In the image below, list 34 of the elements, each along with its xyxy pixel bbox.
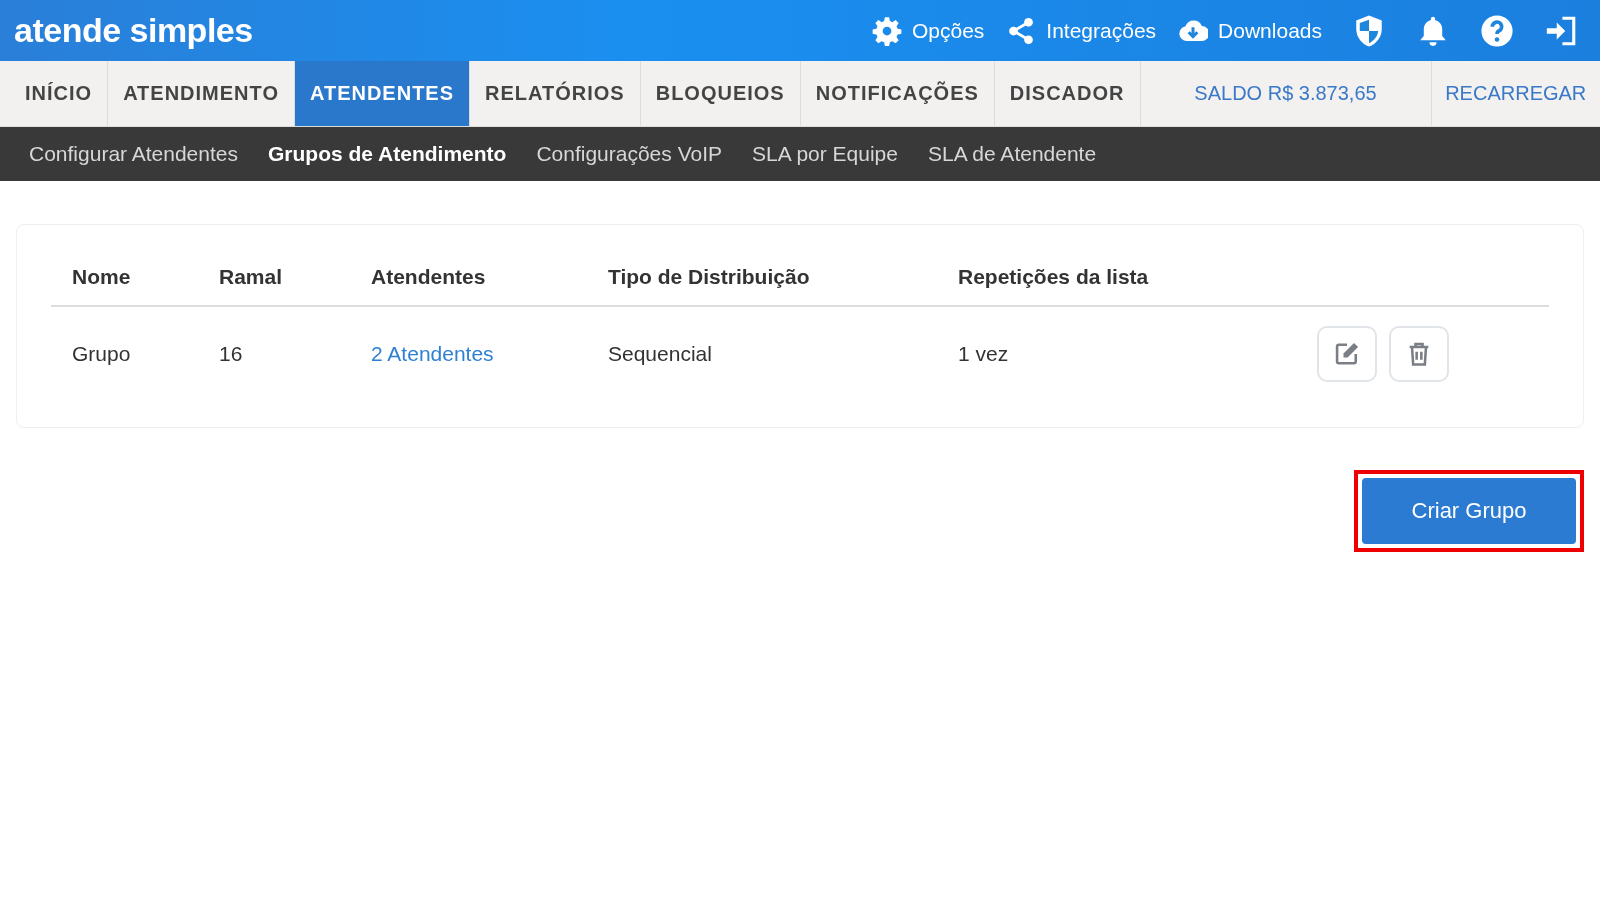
nav-tab[interactable]: DISCADOR — [994, 61, 1141, 126]
nav-tab[interactable]: ATENDIMENTO — [108, 61, 295, 126]
attendants-link[interactable]: 2 Atendentes — [371, 342, 494, 365]
recharge-link[interactable]: RECARREGAR — [1431, 61, 1600, 126]
nav-tab[interactable]: INÍCIO — [10, 61, 109, 126]
column-header: Ramal — [198, 251, 350, 306]
nav-tab[interactable]: BLOQUEIOS — [640, 61, 801, 126]
column-header: Repetições da lista — [937, 251, 1223, 306]
gear-icon — [871, 15, 902, 46]
edit-icon — [1333, 340, 1361, 368]
table-cell: 16 — [198, 306, 350, 383]
table-cell: 1 vez — [937, 306, 1223, 383]
subnav-link[interactable]: Grupos de Atendimento — [268, 142, 507, 166]
help-icon[interactable] — [1480, 13, 1514, 48]
table-cell: Sequencial — [587, 306, 937, 383]
subnav-link[interactable]: SLA por Equipe — [752, 142, 898, 166]
column-header: Tipo de Distribuição — [587, 251, 937, 306]
subnav-link[interactable]: Configurações VoIP — [536, 142, 722, 166]
header-link[interactable]: Integrações — [1046, 18, 1157, 43]
column-header: Atendentes — [350, 251, 587, 306]
subnav-link[interactable]: SLA de Atendente — [927, 142, 1097, 166]
subnav-link[interactable]: Configurar Atendentes — [29, 142, 238, 166]
table-cell: Grupo — [51, 306, 198, 383]
nav-tab[interactable]: NOTIFICAÇÕES — [800, 61, 995, 126]
header-link[interactable]: Opções — [911, 18, 985, 43]
nav-tab[interactable]: ATENDENTES — [294, 61, 471, 126]
logo[interactable]: atende simples — [14, 11, 253, 50]
delete-button[interactable] — [1389, 326, 1449, 382]
edit-button[interactable] — [1317, 326, 1377, 382]
create-group-button[interactable]: Criar Grupo — [1362, 478, 1576, 544]
header-link[interactable]: Downloads — [1218, 18, 1322, 43]
column-header: Nome — [51, 251, 198, 306]
balance-text: SALDO R$ 3.873,65 — [1140, 61, 1432, 126]
nav-tab[interactable]: RELATÓRIOS — [470, 61, 641, 126]
